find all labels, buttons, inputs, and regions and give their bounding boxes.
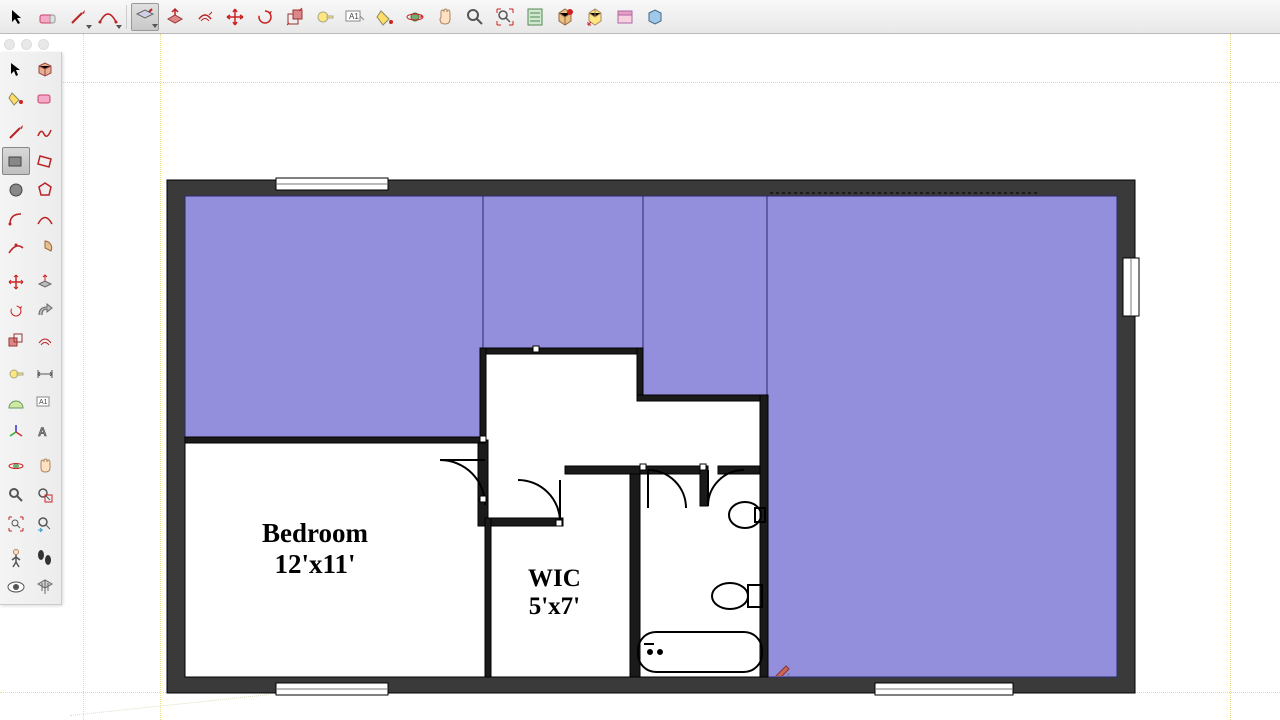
room-label-wic: WIC 5'x7' bbox=[528, 565, 581, 621]
window-panel-dots bbox=[4, 39, 49, 50]
room-label-bedroom: Bedroom 12'x11' bbox=[262, 518, 368, 580]
floorplan-canvas[interactable] bbox=[0, 0, 1280, 720]
pencil-cursor bbox=[774, 660, 790, 676]
